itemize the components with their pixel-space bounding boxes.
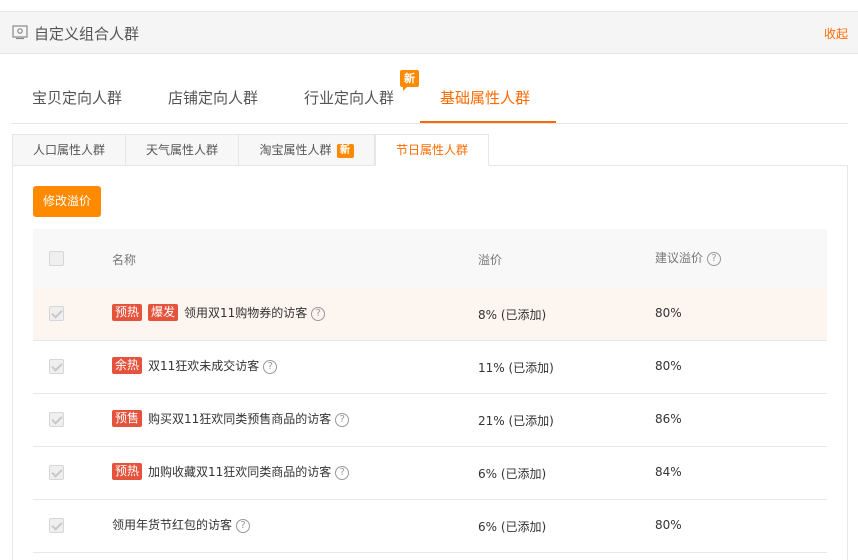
row-name-cell: 预售 购买双11狂欢同类预售商品的访客? (112, 410, 350, 427)
subtab-weather[interactable]: 天气属性人群 (125, 134, 238, 166)
help-icon[interactable]: ? (311, 306, 326, 321)
tag-badge: 预售 (112, 410, 143, 427)
tag-badge: 预热 (112, 304, 143, 321)
subtab-holiday[interactable]: 节日属性人群 (375, 134, 489, 166)
select-all-checkbox[interactable] (49, 251, 64, 266)
row-premium: 11% (已添加) (478, 361, 554, 375)
column-premium: 溢价 (478, 253, 503, 267)
row-premium: 8% (已添加) (478, 308, 547, 322)
row-premium: 21% (已添加) (478, 414, 554, 428)
row-name-cell: 预热 爆发 领用双11购物券的访客? (112, 304, 326, 321)
subtab-label: 淘宝属性人群 (259, 143, 332, 157)
tag-badge: 余热 (112, 357, 143, 374)
table-row[interactable]: 领用年货节红包的访客? 6% (已添加) 80% (33, 500, 827, 553)
subtab-population[interactable]: 人口属性人群 (12, 134, 125, 166)
row-suggested: 80% (655, 518, 682, 532)
row-name-cell: 余热 双11狂欢未成交访客? (112, 357, 278, 374)
row-name: 双11狂欢未成交访客 (148, 359, 260, 373)
edit-premium-button[interactable]: 修改溢价 (33, 186, 101, 217)
subtab-label: 节日属性人群 (395, 143, 468, 157)
tag-badge: 预热 (112, 463, 143, 480)
column-suggested-label: 建议溢价 (655, 251, 704, 265)
row-checkbox[interactable] (49, 359, 64, 374)
main-tabs: 宝贝定向人群 店铺定向人群 行业定向人群 新 基础属性人群 (12, 70, 848, 124)
new-badge: 新 (400, 70, 419, 91)
help-icon[interactable]: ? (707, 251, 722, 266)
row-checkbox[interactable] (49, 518, 64, 533)
help-icon[interactable]: ? (335, 465, 350, 480)
collapse-link[interactable]: 收起 (824, 25, 848, 42)
table-row[interactable]: 余热 双11狂欢未成交访客? 11% (已添加) 80% (33, 341, 827, 394)
panel-header: 自定义组合人群 收起 (0, 11, 858, 54)
tab-shop-targeting[interactable]: 店铺定向人群 (168, 87, 258, 108)
panel-title: 自定义组合人群 (34, 25, 140, 43)
row-checkbox[interactable] (49, 465, 64, 480)
row-premium: 6% (已添加) (478, 467, 547, 481)
help-icon[interactable]: ? (335, 412, 350, 427)
tag-badge: 爆发 (148, 304, 179, 321)
active-tab-indicator (420, 121, 556, 123)
subtab-label: 天气属性人群 (145, 143, 218, 157)
tab-basic-attributes[interactable]: 基础属性人群 (440, 87, 530, 108)
subtab-label: 人口属性人群 (32, 143, 105, 157)
row-premium: 6% (已添加) (478, 520, 547, 534)
table-header: 名称 溢价 建议溢价? (33, 229, 827, 288)
row-name: 购买双11狂欢同类预售商品的访客 (148, 412, 332, 426)
tab-item-targeting[interactable]: 宝贝定向人群 (32, 87, 122, 108)
row-suggested: 80% (655, 306, 682, 320)
panel-icon (12, 25, 28, 40)
table-row[interactable]: 预热 爆发 领用双11购物券的访客? 8% (已添加) 80% (33, 288, 827, 341)
help-icon[interactable]: ? (263, 359, 278, 374)
row-name: 加购收藏双11狂欢同类商品的访客 (148, 465, 332, 479)
row-checkbox[interactable] (49, 306, 64, 321)
tab-industry-targeting[interactable]: 行业定向人群 (304, 87, 394, 108)
column-suggested: 建议溢价? (655, 249, 722, 266)
table-row[interactable]: 预热 加购收藏双11狂欢同类商品的访客? 6% (已添加) 84% (33, 447, 827, 500)
row-name-cell: 领用年货节红包的访客? (112, 516, 251, 533)
row-name: 领用年货节红包的访客 (112, 518, 233, 532)
row-checkbox[interactable] (49, 412, 64, 427)
column-name: 名称 (112, 253, 137, 267)
row-suggested: 84% (655, 465, 682, 479)
new-badge: 新 (336, 143, 354, 158)
row-suggested: 80% (655, 359, 682, 373)
row-name: 领用双11购物券的访客 (184, 306, 308, 320)
table-row[interactable]: 预售 购买双11狂欢同类预售商品的访客? 21% (已添加) 86% (33, 394, 827, 447)
row-suggested: 86% (655, 412, 682, 426)
row-name-cell: 预热 加购收藏双11狂欢同类商品的访客? (112, 463, 350, 480)
help-icon[interactable]: ? (236, 518, 251, 533)
subtab-taobao[interactable]: 淘宝属性人群新 (238, 134, 375, 166)
